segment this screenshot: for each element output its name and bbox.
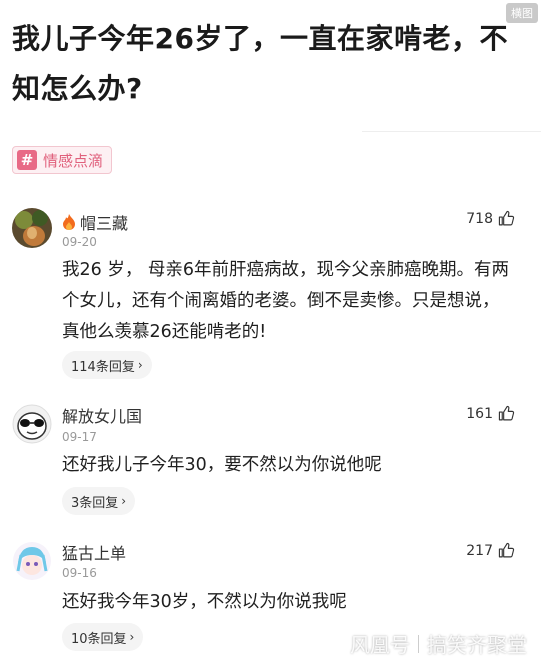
comment-date: 09-17 [62,430,97,444]
like-button[interactable]: 718 [466,210,515,227]
hash-icon: # [17,150,37,170]
chevron-right-icon: › [137,358,143,372]
topic-tag-label: 情感点滴 [43,151,104,170]
avatar[interactable] [12,541,52,581]
comment-author-name: 猛古上单 [62,544,127,563]
view-replies-button[interactable]: 3条回复 › [62,487,136,515]
thumbs-up-icon [498,210,515,226]
comment-body: 我26 岁， 母亲6年前肝癌病故，现今父亲肺癌晚期。有两个女儿，还有个闹离婚的老… [62,260,510,342]
topic-tag[interactable]: # 情感点滴 [12,146,113,174]
view-replies-button[interactable]: 114条回复 › [62,351,152,379]
like-count: 217 [466,542,493,559]
thumbs-up-icon [498,405,515,421]
chevron-right-icon: › [129,630,135,644]
article-title: 我儿子今年26岁了，一直在家啃老，不知怎么办? [12,22,508,105]
watermark-divider [418,634,419,653]
like-count: 161 [466,405,493,422]
comment-author[interactable]: 猛古上单 [62,540,126,564]
comment-author[interactable]: 解放女儿国 [62,403,142,427]
source-watermark: 风凰号 搞笑齐聚堂 [350,629,527,658]
watermark-channel: 搞笑齐聚堂 [427,633,527,657]
comment-author-name: 帽三藏 [80,214,129,233]
replies-label: 3条回复 [71,495,119,511]
replies-label: 10条回复 [71,631,127,647]
comment-author-name: 解放女儿国 [62,407,143,426]
thumbs-up-icon [498,542,515,558]
avatar[interactable] [12,208,52,248]
title-divider [362,131,541,132]
comment-date: 09-20 [62,235,97,249]
replies-label: 114条回复 [71,359,135,375]
like-button[interactable]: 161 [466,405,515,422]
comment-body: 还好我今年30岁，不然以为你说我呢 [62,592,347,612]
chevron-right-icon: › [121,494,127,508]
comment-body: 还好我儿子今年30，要不然以为你说他呢 [62,455,382,475]
avatar[interactable] [12,404,52,444]
like-button[interactable]: 217 [466,542,515,559]
comment-date: 09-16 [62,566,97,580]
comment-author[interactable]: 帽三藏 [62,210,128,234]
view-replies-button[interactable]: 10条回复 › [62,623,144,651]
like-count: 718 [466,210,493,227]
flame-icon [63,214,75,230]
watermark-source: 风凰号 [350,633,410,657]
